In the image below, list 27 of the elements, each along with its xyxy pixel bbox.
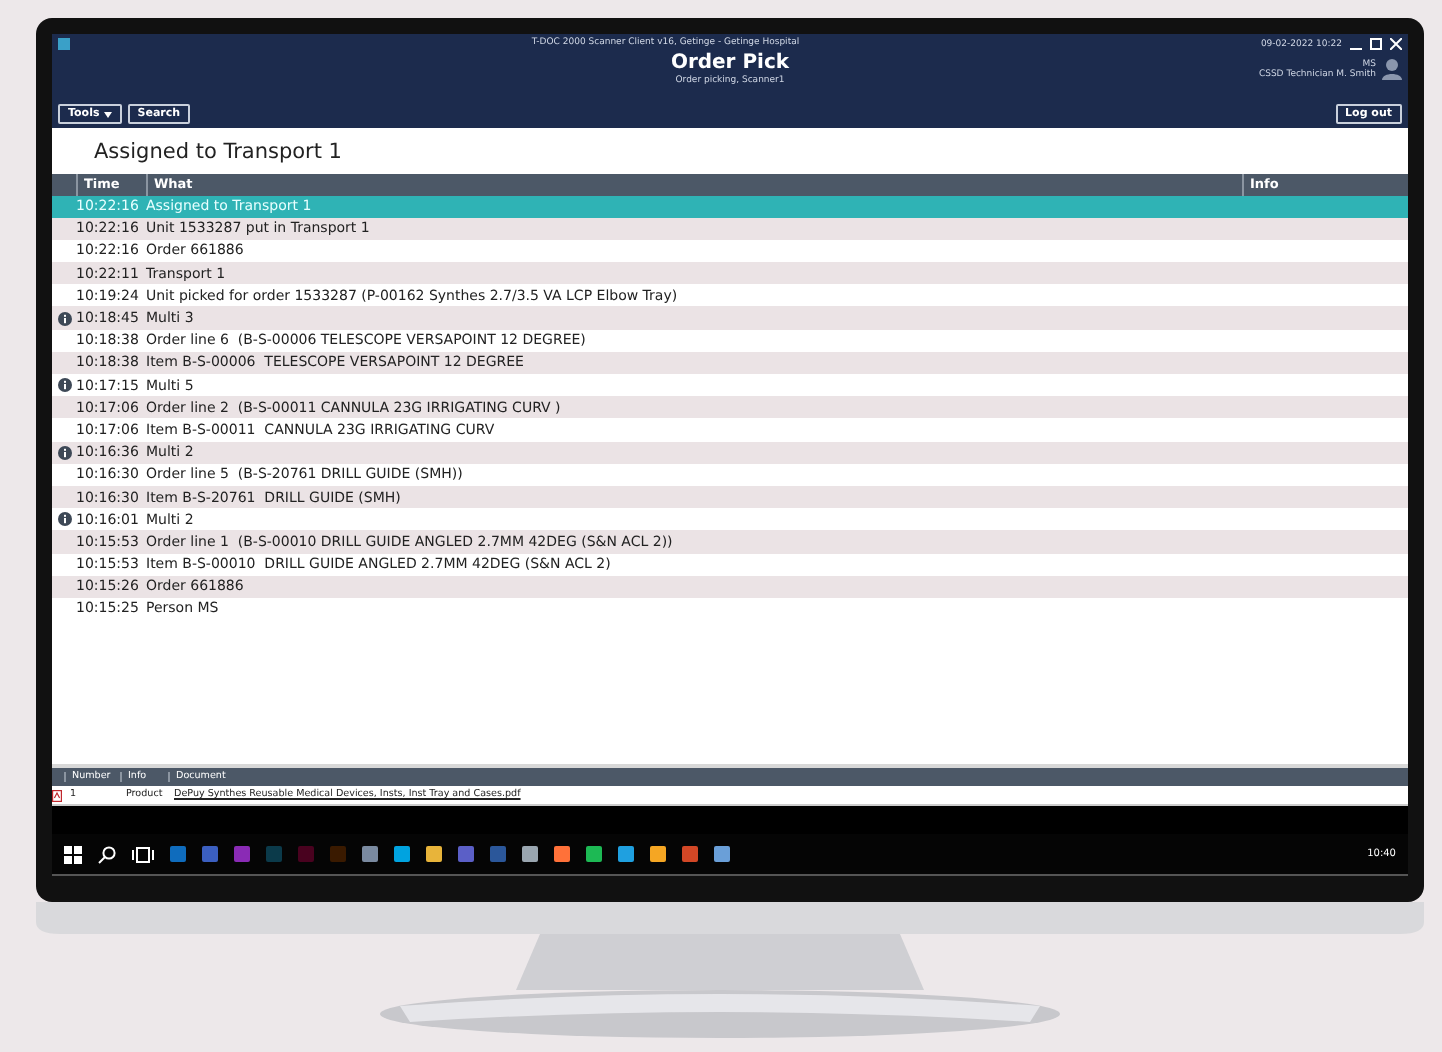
- app-icon[interactable]: [490, 846, 506, 862]
- app-icon[interactable]: [522, 846, 538, 862]
- page-title: Order Pick: [670, 52, 790, 74]
- close-icon[interactable]: [1390, 38, 1402, 50]
- app-icon[interactable]: [330, 846, 346, 862]
- app-icon[interactable]: [426, 846, 442, 862]
- task-view-icon[interactable]: [132, 845, 154, 863]
- section-heading: Assigned to Transport 1: [92, 138, 344, 168]
- app-icon[interactable]: [618, 846, 634, 862]
- app-icon[interactable]: [714, 846, 730, 862]
- app-icon[interactable]: [234, 846, 250, 862]
- search-icon[interactable]: [98, 845, 116, 863]
- app-logo-icon: [58, 38, 70, 50]
- start-icon[interactable]: [64, 845, 82, 863]
- app-icon[interactable]: [266, 846, 282, 862]
- maximize-icon[interactable]: [1370, 38, 1382, 50]
- app-icon[interactable]: [458, 846, 474, 862]
- app-icon[interactable]: [554, 846, 570, 862]
- app-icon[interactable]: [586, 846, 602, 862]
- app-icon[interactable]: [298, 846, 314, 862]
- avatar-icon: [1382, 58, 1402, 80]
- app-icon[interactable]: [394, 846, 410, 862]
- app-icon[interactable]: [202, 846, 218, 862]
- app-icon[interactable]: [362, 846, 378, 862]
- app-icon[interactable]: [682, 846, 698, 862]
- app-icon[interactable]: [170, 846, 186, 862]
- app-icon[interactable]: [650, 846, 666, 862]
